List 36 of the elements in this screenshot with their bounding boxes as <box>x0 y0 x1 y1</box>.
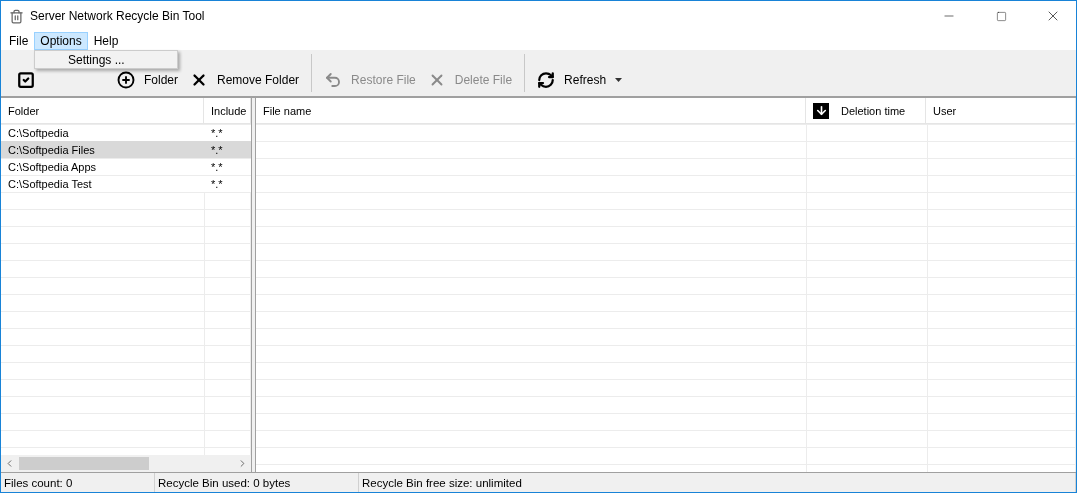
toolbar-button[interactable]: Refresh <box>531 67 629 93</box>
status-text: Files count: 0 <box>1 473 155 492</box>
menu-item[interactable]: Help <box>87 31 125 50</box>
plus-circle-icon <box>117 71 135 89</box>
column-header[interactable]: File name <box>256 98 806 123</box>
checkbox-icon <box>17 71 35 89</box>
folder-path: C:\Softpedia Apps <box>7 160 98 173</box>
folder-row[interactable]: C:\Softpedia Test *.* <box>1 175 251 192</box>
folder-path: C:\Softpedia Files <box>7 143 96 156</box>
undo-arrow-icon <box>324 71 343 89</box>
include-pattern: *.* <box>210 177 224 190</box>
maximize-icon <box>995 10 1007 22</box>
toolbar-button[interactable]: Remove Folder <box>184 67 306 93</box>
column-header[interactable]: Include <box>204 98 251 123</box>
status-text: Recycle Bin free size: unlimited <box>359 473 1076 492</box>
toolbar-button[interactable]: Folder <box>111 67 184 93</box>
horizontal-scrollbar[interactable] <box>1 455 251 472</box>
app-icon <box>9 8 24 24</box>
column-header[interactable]: Folder <box>1 98 204 123</box>
status-text: Recycle Bin used: 0 bytes <box>155 473 359 492</box>
x-icon <box>190 71 208 89</box>
folder-row[interactable]: C:\Softpedia *.* <box>1 124 251 141</box>
column-header[interactable]: User <box>926 98 1076 123</box>
window-title: Server Network Recycle Bin Tool <box>30 9 206 23</box>
column-header[interactable]: Deletion time <box>806 98 926 123</box>
folder-path: C:\Softpedia <box>7 126 70 139</box>
include-pattern: *.* <box>210 160 224 173</box>
menu-item[interactable]: File <box>3 31 35 50</box>
folder-row[interactable]: C:\Softpedia Files *.* <box>1 141 251 158</box>
refresh-icon <box>537 71 556 89</box>
menu-item[interactable]: Settings ... <box>35 52 125 67</box>
include-pattern: *.* <box>210 126 224 139</box>
menu-item[interactable]: Options <box>34 31 88 50</box>
folder-row[interactable]: C:\Softpedia Apps *.* <box>1 158 251 175</box>
include-pattern: *.* <box>210 143 224 156</box>
folder-path: C:\Softpedia Test <box>7 177 93 190</box>
